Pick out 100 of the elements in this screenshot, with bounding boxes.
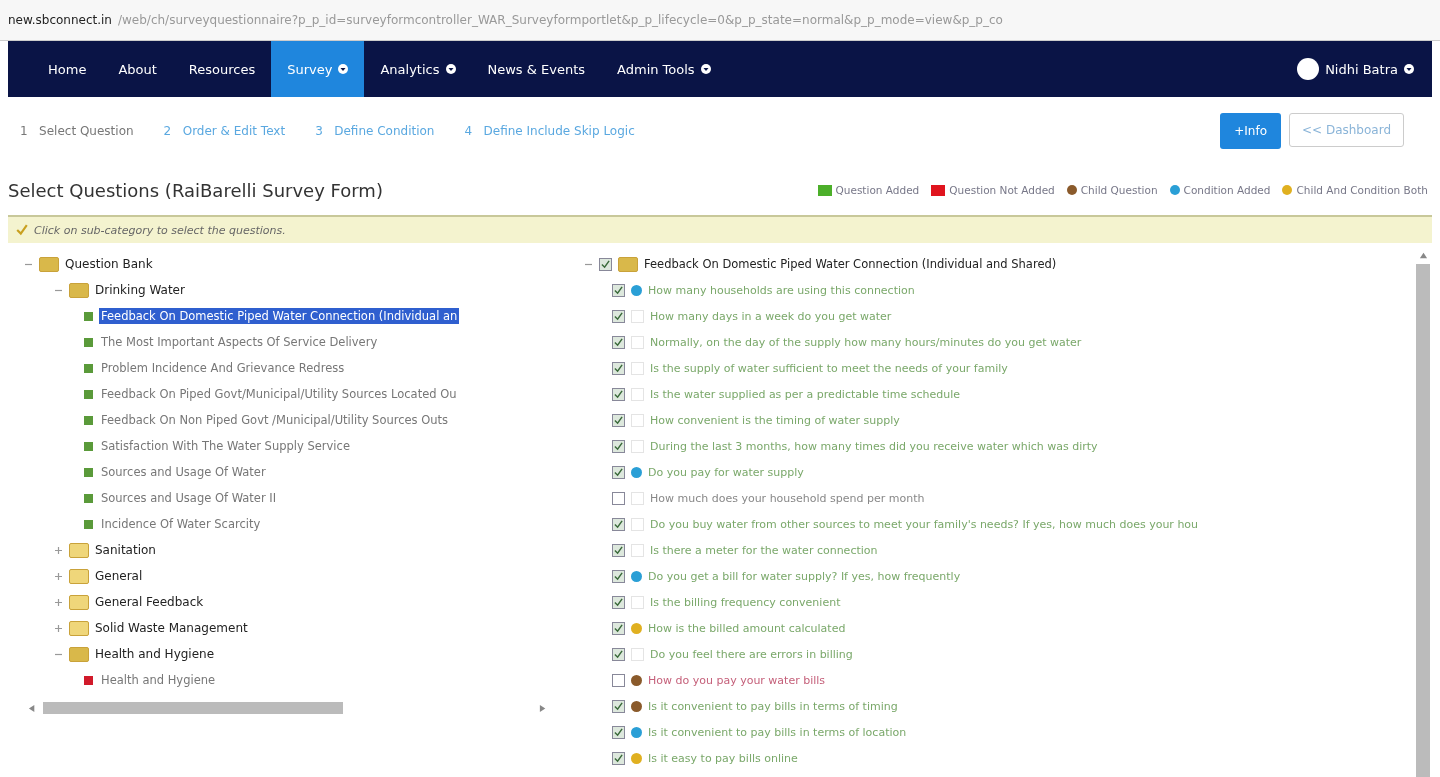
subcategory-link[interactable]: Feedback On Domestic Piped Water Connection (Individual an	[99, 308, 460, 324]
question-text[interactable]: Is it easy to pay bills online	[648, 751, 798, 765]
question-text[interactable]: Do you pay for water supply	[648, 465, 804, 479]
subcategory-link[interactable]: Feedback On Non Piped Govt /Municipal/Utility Sources Outs	[99, 412, 451, 428]
checkbox[interactable]	[612, 335, 625, 349]
question-text[interactable]: Do you get a bill for water supply? If yes, how frequently	[648, 569, 961, 583]
empty-marker-icon	[631, 595, 644, 609]
checkbox[interactable]	[612, 439, 625, 453]
folder-icon	[69, 594, 89, 610]
wizard-step[interactable]: 2 Order & Edit Text	[163, 124, 286, 138]
expand-icon[interactable]	[54, 571, 63, 581]
question-text[interactable]: Do you buy water from other sources to meet your family's needs? If yes, how much does your hou	[650, 517, 1199, 531]
question-text[interactable]: Is the billing frequency convenient	[650, 595, 841, 609]
checkbox[interactable]	[612, 725, 625, 739]
subcategory-link[interactable]: Health and Hygiene	[99, 672, 218, 688]
empty-marker-icon	[631, 517, 644, 531]
subcategory-link[interactable]: Satisfaction With The Water Supply Service	[99, 438, 352, 454]
question-text[interactable]: How many days in a week do you get water	[650, 309, 892, 323]
url-path: /web/ch/surveyquestionnaire?p_p_id=surveyformcontroller_WAR_Surveyformportlet&p_p_lifecycle=0&p_p_state=normal&p_p_mode=view&p_p_co	[118, 13, 1003, 27]
checkbox[interactable]	[612, 517, 625, 531]
section-title: Feedback On Domestic Piped Water Connection (Individual and Shared)	[644, 257, 1057, 271]
category-label[interactable]: General	[95, 569, 143, 583]
folder-icon	[69, 282, 89, 298]
folder-icon	[69, 646, 89, 662]
folder-icon	[69, 620, 89, 636]
checkbox[interactable]	[612, 751, 625, 765]
scrollbar-thumb[interactable]	[1416, 264, 1430, 777]
checkbox[interactable]	[612, 413, 625, 427]
nav-item[interactable]: Home	[32, 41, 103, 97]
checkbox[interactable]	[612, 569, 625, 583]
checkbox[interactable]	[612, 647, 625, 661]
question-text[interactable]: Is it convenient to pay bills in terms of timing	[648, 699, 898, 713]
question-text[interactable]: Is the supply of water sufficient to meet the needs of your family	[650, 361, 1008, 375]
checkbox[interactable]	[612, 699, 625, 713]
empty-marker-icon	[631, 413, 644, 427]
nav-item[interactable]: About	[102, 41, 173, 97]
checkbox[interactable]	[612, 621, 625, 635]
category-label[interactable]: Sanitation	[95, 543, 156, 557]
folder-icon	[69, 568, 89, 584]
nav-item[interactable]: News & Events	[471, 41, 602, 97]
nav-item[interactable]: Survey	[271, 41, 365, 97]
checkbox[interactable]	[612, 361, 625, 375]
folder-icon	[39, 256, 59, 272]
question-text[interactable]: How much does your household spend per month	[650, 491, 925, 505]
scroll-left-icon[interactable]	[28, 703, 37, 713]
expand-icon[interactable]	[54, 623, 63, 633]
nav-item[interactable]: Analytics	[364, 41, 472, 97]
folder-icon	[69, 542, 89, 558]
scroll-right-icon[interactable]	[539, 703, 548, 713]
user-name[interactable]: Nidhi Batra	[1325, 61, 1398, 77]
category-label[interactable]: Drinking Water	[95, 283, 185, 297]
question-text[interactable]: Is the water supplied as per a predictable time schedule	[650, 387, 960, 401]
subcategory-link[interactable]: Feedback On Piped Govt/Municipal/Utility Sources Located Ou	[99, 386, 459, 402]
expand-icon[interactable]	[54, 545, 63, 555]
question-text[interactable]: During the last 3 months, how many times did you receive water which was dirty	[650, 439, 1098, 453]
question-text[interactable]: How many households are using this connection	[648, 283, 915, 297]
checkbox[interactable]	[612, 309, 625, 323]
subcategory-link[interactable]: The Most Important Aspects Of Service Delivery	[99, 334, 380, 350]
dropdown-icon[interactable]	[1404, 64, 1414, 74]
checkbox[interactable]	[612, 491, 625, 505]
question-text[interactable]: How do you pay your water bills	[648, 673, 826, 687]
empty-marker-icon	[631, 647, 644, 661]
legend-label: Question Not Added	[949, 184, 1055, 196]
question-text[interactable]: Do you feel there are errors in billing	[650, 647, 853, 661]
info-button[interactable]: +Info	[1220, 113, 1281, 149]
category-label[interactable]: General Feedback	[95, 595, 204, 609]
checkbox[interactable]	[612, 673, 625, 687]
legend-label: Question Added	[835, 184, 920, 196]
category-label[interactable]: Question Bank	[65, 257, 153, 271]
question-text[interactable]: How is the billed amount calculated	[648, 621, 846, 635]
question-text[interactable]: Normally, on the day of the supply how many hours/minutes do you get water	[650, 335, 1082, 349]
subcategory-link[interactable]: Sources and Usage Of Water II	[99, 490, 279, 506]
question-text[interactable]: Is there a meter for the water connection	[650, 543, 878, 557]
checkbox[interactable]	[612, 595, 625, 609]
wizard-step[interactable]: 3 Define Condition	[315, 124, 435, 138]
checkbox[interactable]	[612, 543, 625, 557]
category-label[interactable]: Solid Waste Management	[95, 621, 248, 635]
scrollbar-thumb[interactable]	[43, 702, 343, 714]
nav-item[interactable]: Admin Tools	[601, 41, 727, 97]
subcategory-link[interactable]: Sources and Usage Of Water	[99, 464, 268, 480]
checkbox[interactable]	[612, 283, 625, 297]
empty-marker-icon	[631, 335, 644, 349]
checkbox[interactable]	[599, 257, 612, 271]
category-label[interactable]: Health and Hygiene	[95, 647, 215, 661]
legend-label: Child And Condition Both	[1296, 184, 1428, 196]
question-text[interactable]: How convenient is the timing of water supply	[650, 413, 900, 427]
address-bar[interactable]: new.sbconnect.in /web/ch/surveyquestionnaire?p_p_id=surveyformcontroller_WAR_Surveyformportlet&p_p_lifecycle=0&p_p_state=normal&p_p_mode=view&p_p_co	[0, 0, 1440, 41]
checkbox[interactable]	[612, 465, 625, 479]
hint-text: Click on sub-category to select the questions.	[34, 223, 286, 237]
subcategory-link[interactable]: Incidence Of Water Scarcity	[99, 516, 263, 532]
checkbox[interactable]	[612, 387, 625, 401]
wizard-step[interactable]: 4 Define Include Skip Logic	[464, 124, 635, 138]
nav-item[interactable]: Resources	[172, 41, 272, 97]
question-text[interactable]: Is it convenient to pay bills in terms of location	[648, 725, 907, 739]
scroll-up-icon[interactable]	[1418, 251, 1428, 260]
wizard-step[interactable]: 1 Select Question	[20, 124, 134, 138]
subcategory-link[interactable]: Problem Incidence And Grievance Redress	[99, 360, 347, 376]
empty-marker-icon	[631, 387, 644, 401]
expand-icon[interactable]	[54, 597, 63, 607]
avatar-icon[interactable]	[1297, 58, 1320, 80]
